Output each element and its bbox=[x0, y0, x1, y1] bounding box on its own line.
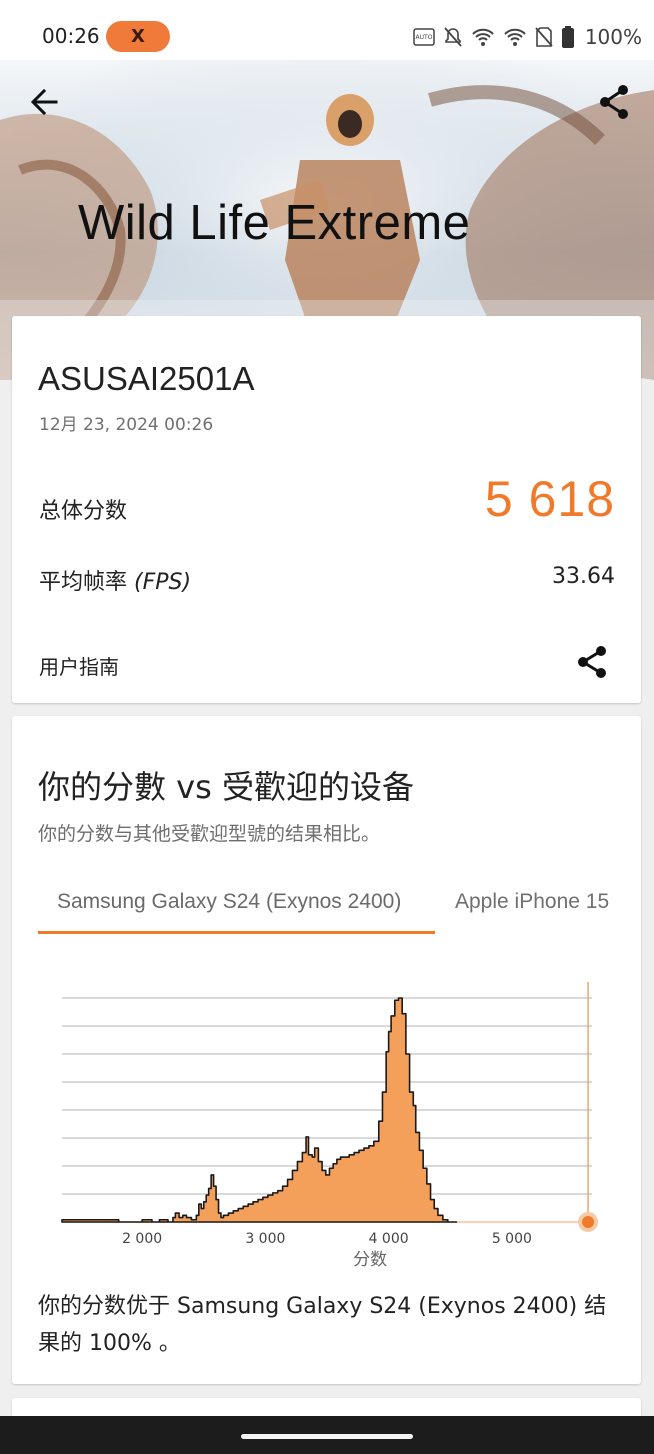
fps-label-text: 平均帧率 bbox=[39, 570, 134, 595]
share-icon[interactable] bbox=[575, 644, 609, 680]
comparison-subtitle: 你的分数与其他受歡迎型號的结果相比。 bbox=[38, 823, 381, 845]
back-arrow-icon[interactable] bbox=[26, 84, 62, 120]
your-score-marker bbox=[582, 1216, 595, 1228]
auto-hz-icon: AUTO bbox=[413, 28, 435, 46]
device-name: ASUSAI2501A bbox=[38, 360, 255, 397]
fps-value: 33.64 bbox=[552, 564, 615, 589]
comparison-title: 你的分數 vs 受歡迎的设备 bbox=[38, 768, 414, 806]
tab-apple-iphone-15[interactable]: Apple iPhone 15 bbox=[455, 890, 609, 914]
wifi-icon bbox=[504, 28, 526, 46]
tab-samsung-galaxy-s24[interactable]: Samsung Galaxy S24 (Exynos 2400) bbox=[57, 890, 401, 914]
no-sim-icon bbox=[535, 27, 553, 47]
battery-icon bbox=[561, 26, 574, 48]
chart-x-tick-label: 4 000 bbox=[369, 1231, 409, 1247]
chart-x-tick-label: 5 000 bbox=[492, 1231, 532, 1247]
fps-label-unit: (FPS) bbox=[134, 570, 192, 595]
svg-text:AUTO: AUTO bbox=[415, 34, 432, 41]
share-icon[interactable] bbox=[596, 82, 632, 122]
result-card: ASUSAI2501A 12月 23, 2024 00:26 总体分数 5 61… bbox=[12, 316, 641, 703]
navigation-bar bbox=[0, 1416, 654, 1454]
total-score-label: 总体分数 bbox=[39, 499, 128, 524]
score-distribution-chart: 2 000 3 000 4 000 5 000 分数 bbox=[61, 982, 599, 1270]
status-icons: AUTO 100% bbox=[413, 22, 642, 52]
result-date: 12月 23, 2024 00:26 bbox=[39, 415, 214, 435]
comparison-result-text: 你的分数优于 Samsung Galaxy S24 (Exynos 2400) … bbox=[38, 1294, 607, 1356]
wifi-icon bbox=[472, 28, 494, 46]
home-gesture-handle[interactable] bbox=[241, 1434, 413, 1439]
battery-percent: 100% bbox=[584, 25, 642, 49]
user-guide-link[interactable]: 用户指南 bbox=[39, 651, 119, 680]
comparison-card: 你的分數 vs 受歡迎的设备 你的分数与其他受歡迎型號的结果相比。 Samsun… bbox=[12, 716, 641, 1384]
chart-x-tick-label: 2 000 bbox=[122, 1231, 162, 1247]
status-time: 00:26 bbox=[42, 24, 100, 48]
active-tab-indicator bbox=[38, 931, 435, 934]
chart-x-axis-label: 分数 bbox=[353, 1250, 387, 1270]
fps-label: 平均帧率 (FPS) bbox=[39, 564, 191, 596]
status-badge: X bbox=[106, 21, 170, 52]
notifications-off-icon bbox=[444, 27, 462, 47]
chart-x-tick-label: 3 000 bbox=[245, 1231, 285, 1247]
total-score-value: 5 618 bbox=[484, 471, 615, 527]
page-title: Wild Life Extreme bbox=[78, 196, 471, 250]
